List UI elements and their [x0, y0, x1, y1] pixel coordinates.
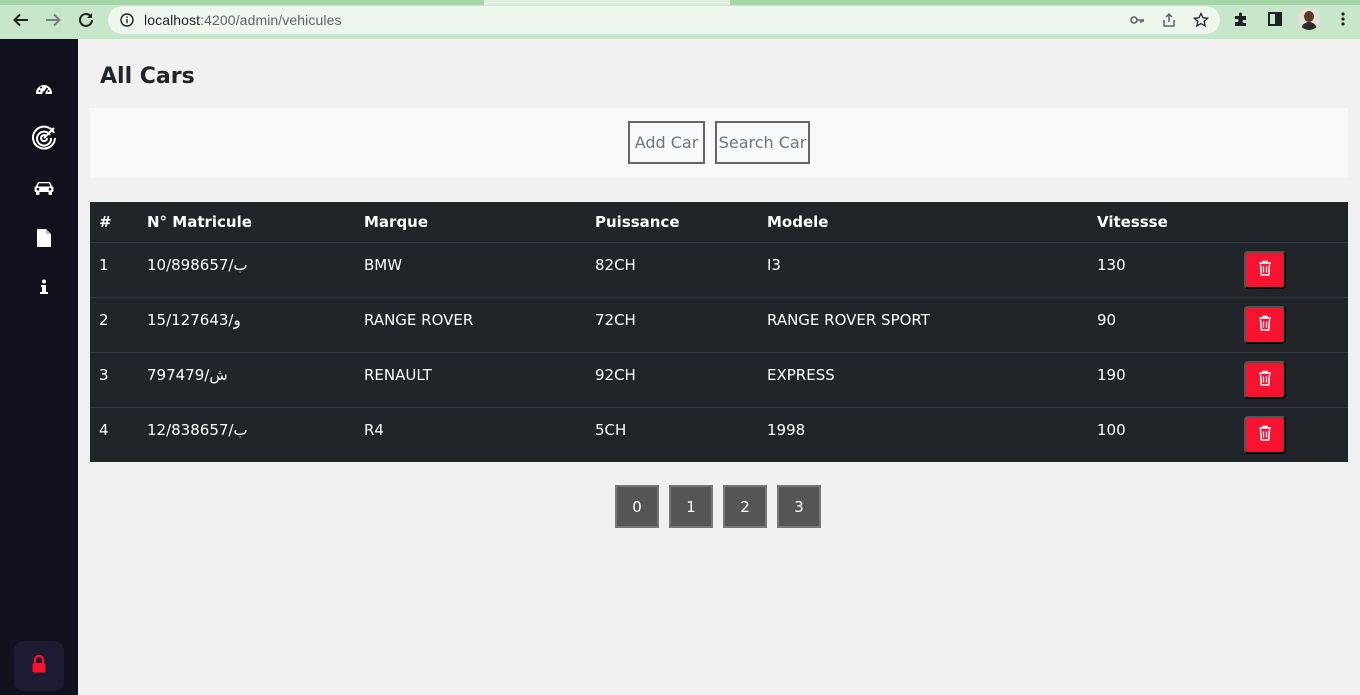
sidebar-item-dashboard[interactable] — [22, 73, 66, 109]
cell-modele: I3 — [758, 242, 1088, 298]
extensions-puzzle-icon[interactable] — [1230, 8, 1252, 30]
page-button-1[interactable]: 1 — [669, 485, 713, 528]
cell-puissance: 92CH — [586, 352, 758, 408]
back-arrow-icon[interactable] — [10, 9, 32, 31]
car-icon — [34, 180, 54, 201]
cell-matricule: 10/898657/ب — [138, 242, 355, 298]
address-bar[interactable]: localhost:4200/admin/vehicules — [108, 6, 1220, 34]
cell-actions — [1235, 297, 1348, 353]
page-title: All Cars — [100, 64, 195, 89]
header-actions — [1235, 202, 1348, 243]
trash-icon — [1258, 425, 1272, 444]
sidebar-item-documents[interactable] — [22, 222, 66, 258]
sidebar-item-target[interactable] — [22, 122, 66, 158]
delete-button[interactable] — [1244, 305, 1286, 344]
cars-table: # N° Matricule Marque Puissance Modele V… — [90, 202, 1348, 462]
cell-actions — [1235, 242, 1348, 298]
site-info-icon[interactable] — [120, 13, 134, 27]
cell-modele: EXPRESS — [758, 352, 1088, 408]
target-icon — [31, 125, 57, 156]
cell-vitesse: 190 — [1088, 352, 1235, 408]
cell-puissance: 5CH — [595, 420, 627, 439]
table-row: 2 15/127643/و RANGE ROVER 72CH RANGE ROV… — [90, 297, 1348, 353]
bookmark-star-icon[interactable] — [1192, 11, 1210, 29]
cell-marque: BMW — [355, 242, 586, 298]
cell-number: 2 — [90, 297, 138, 353]
url-text: localhost:4200/admin/vehicules — [144, 12, 342, 28]
cell-marque: RANGE ROVER — [355, 297, 586, 353]
cell-actions — [1235, 352, 1348, 408]
delete-button[interactable] — [1244, 250, 1286, 289]
forward-arrow-icon[interactable] — [42, 9, 64, 31]
trash-icon — [1258, 260, 1272, 279]
logout-button[interactable] — [14, 641, 64, 691]
cell-vitesse: 100 — [1097, 420, 1126, 439]
key-icon[interactable] — [1128, 11, 1146, 29]
action-toolbar: Add Car Search Car — [90, 108, 1348, 178]
search-car-button[interactable]: Search Car — [715, 121, 810, 164]
trash-icon — [1258, 315, 1272, 334]
pagination: 0 1 2 3 — [615, 485, 821, 528]
cell-marque: R4 — [364, 420, 384, 439]
table-row: 4 12/838657/ب R4 5CH 1998 100 — [90, 407, 1348, 462]
table-header-row: # N° Matricule Marque Puissance Modele V… — [90, 202, 1348, 243]
header-vitesse: Vitessse — [1088, 202, 1235, 243]
cell-matricule: 797479/ش — [138, 352, 355, 408]
dashboard-gauge-icon — [35, 80, 53, 103]
share-icon[interactable] — [1160, 11, 1178, 29]
header-matricule: N° Matricule — [138, 202, 355, 243]
main-content: All Cars Add Car Search Car # N° Matricu… — [78, 39, 1360, 695]
cell-marque: RENAULT — [355, 352, 586, 408]
header-puissance: Puissance — [586, 202, 758, 243]
sidebar-item-vehicules[interactable] — [22, 172, 66, 208]
cell-number: 4 — [99, 420, 109, 439]
cell-vitesse: 130 — [1088, 242, 1235, 298]
table-row: 1 10/898657/ب BMW 82CH I3 130 — [90, 242, 1348, 298]
header-modele: Modele — [758, 202, 1088, 243]
info-icon — [40, 279, 48, 300]
tab-strip — [0, 0, 1360, 5]
side-panel-icon[interactable] — [1264, 8, 1286, 30]
sidebar — [0, 39, 78, 695]
cell-puissance: 82CH — [586, 242, 758, 298]
cell-puissance: 72CH — [586, 297, 758, 353]
cell-matricule: 15/127643/و — [138, 297, 355, 353]
trash-icon — [1258, 370, 1272, 389]
kebab-menu-icon[interactable] — [1332, 8, 1354, 30]
profile-avatar[interactable] — [1298, 8, 1320, 30]
browser-toolbar: localhost:4200/admin/vehicules — [0, 0, 1360, 39]
cell-modele: 1998 — [767, 420, 806, 439]
reload-icon[interactable] — [75, 9, 97, 31]
sidebar-item-info[interactable] — [22, 271, 66, 307]
page-button-2[interactable]: 2 — [723, 485, 767, 528]
page-button-0[interactable]: 0 — [615, 485, 659, 528]
add-car-button[interactable]: Add Car — [628, 121, 705, 164]
header-number: # — [90, 202, 138, 243]
cell-number: 1 — [90, 242, 138, 298]
cell-modele: RANGE ROVER SPORT — [758, 297, 1088, 353]
header-marque: Marque — [355, 202, 586, 243]
cell-matricule: 12/838657/ب — [147, 420, 248, 439]
table-row: 3 797479/ش RENAULT 92CH EXPRESS 190 — [90, 352, 1348, 408]
lock-icon — [32, 654, 46, 678]
delete-button[interactable] — [1244, 415, 1286, 454]
cell-number: 3 — [90, 352, 138, 408]
cell-actions — [1235, 407, 1348, 462]
page-button-3[interactable]: 3 — [777, 485, 821, 528]
delete-button[interactable] — [1244, 360, 1286, 399]
cell-vitesse: 90 — [1088, 297, 1235, 353]
file-icon — [37, 228, 51, 252]
